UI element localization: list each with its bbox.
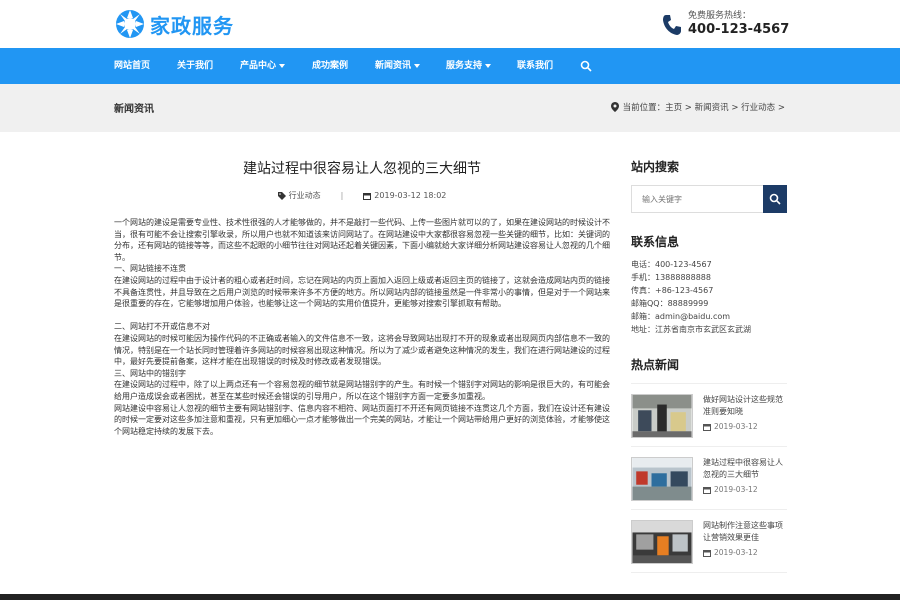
nav-label: 关于我们 [177,61,214,71]
nav-item-support[interactable]: 服务支持 [446,48,492,84]
chevron-down-icon [485,63,492,68]
sidebar: 站内搜索 联系信息 电话：400-123-4567 手机：13888888888… [631,158,787,573]
location-icon [610,102,619,112]
hot-news-date: 2019-03-12 [703,485,787,494]
hot-news-title: 做好网站设计这些规范准则要知晓 [703,395,783,416]
calendar-icon [703,486,711,494]
meta-divider: | [340,191,344,200]
search-icon[interactable] [580,60,592,72]
article-paragraph: 在建设网站的过程中由于设计者的粗心或者赶时间，忘记在网站的内页上面加入返回上级或… [114,275,610,309]
hot-news-title: 网站制作注意这些事项让营销效果更佳 [703,521,783,542]
hotline: 免费服务热线： 400-123-4567 [662,11,789,38]
contact-email: 邮箱：admin@baidu.com [631,312,731,321]
list-item[interactable]: 网站制作注意这些事项让营销效果更佳 2019-03-12 [631,510,787,573]
search-icon [769,193,781,205]
hot-news-title: 建站过程中很容易让人忽视的三大细节 [703,458,783,479]
logo[interactable]: 家政服务 [114,8,234,40]
article-subheading: 三、网站中的错别字 [114,368,186,378]
article-paragraph: 网站建设中容易让人忽视的细节主要有网站错别字、信息内容不相符、网站页面打不开还有… [114,403,610,436]
contact-info: 电话：400-123-4567 手机：13888888888 传真：+86-12… [631,258,787,336]
site-header: 家政服务 免费服务热线： 400-123-4567 [0,0,900,48]
contact-fax: 传真：+86-123-4567 [631,286,714,295]
site-search [631,185,787,213]
contact-mobile: 手机：13888888888 [631,273,711,282]
phone-icon [663,14,681,35]
list-item[interactable]: 建站过程中很容易让人忽视的三大细节 2019-03-12 [631,447,787,510]
page-title: 新闻资讯 [114,104,154,115]
news-thumbnail [631,520,693,564]
main-nav: 网站首页 关于我们 产品中心 成功案例 新闻资讯 服务支持 联系我们 [0,48,900,84]
date-label: 2019-03-12 [714,548,758,557]
nav-item-contact[interactable]: 联系我们 [517,48,553,84]
article-spacer [114,310,610,322]
footer-bar [0,594,900,600]
logo-icon [116,10,144,38]
contact-qq: 邮箱QQ：88889999 [631,299,709,308]
news-thumbnail [631,457,693,501]
article-paragraph: 在建设网站的时候可能因为操作代码的不正确或者输入的文件信息不一致，这将会导致网站… [114,333,610,367]
nav-item-cases[interactable]: 成功案例 [312,48,348,84]
nav-label: 服务支持 [446,61,483,71]
hotline-label: 免费服务热线： [688,11,752,21]
tag-icon [277,191,286,200]
article-paragraph: 一个网站的建设是需要专业性、技术性很强的人才能够做的，并不是敲打一些代码、上传一… [114,218,610,262]
article-category[interactable]: 行业动态 [277,190,321,201]
article-subheading: 二、网站打不开或信息不对 [114,322,210,332]
nav-item-products[interactable]: 产品中心 [240,48,286,84]
nav-item-news[interactable]: 新闻资讯 [375,48,421,84]
nav-label: 新闻资讯 [375,61,412,71]
contact-heading: 联系信息 [631,235,680,249]
date-label: 2019-03-12 [714,422,758,431]
page-banner: 新闻资讯 当前位置：主页 > 新闻资讯 > 行业动态 > [0,84,900,132]
logo-text: 家政服务 [150,13,234,38]
contact-phone: 电话：400-123-4567 [631,260,712,269]
calendar-icon [703,423,711,431]
contact-address: 地址：江苏省南京市玄武区玄武湖 [631,325,751,334]
category-label: 行业动态 [288,191,321,200]
search-button[interactable] [763,185,787,213]
chevron-down-icon [414,63,421,68]
nav-label: 成功案例 [312,61,349,71]
article-title: 建站过程中很容易让人忽视的三大细节 [243,161,481,177]
nav-label: 网站首页 [114,61,151,71]
nav-label: 联系我们 [517,61,554,71]
calendar-icon [703,549,711,557]
breadcrumb: 当前位置：主页 > 新闻资讯 > 行业动态 > [610,101,785,113]
article-subheading: 一、网站链接不连贯 [114,264,186,274]
date-label: 2019-03-12 [714,485,758,494]
hot-news-list: 做好网站设计这些规范准则要知晓 2019-03-12 建站过程中很容易让人忽视的… [631,383,787,573]
chevron-down-icon [279,63,286,68]
article-meta: 行业动态 | 2019-03-12 18:02 [114,190,610,201]
search-heading: 站内搜索 [631,160,680,174]
news-thumbnail [631,394,693,438]
search-input[interactable] [631,185,763,213]
hot-news-heading: 热点新闻 [631,358,680,372]
hotline-number: 400-123-4567 [688,22,790,37]
breadcrumb-text[interactable]: 当前位置：主页 > 新闻资讯 > 行业动态 > [623,101,785,113]
list-item[interactable]: 做好网站设计这些规范准则要知晓 2019-03-12 [631,384,787,447]
nav-item-about[interactable]: 关于我们 [177,48,213,84]
date-label: 2019-03-12 18:02 [374,191,447,200]
article-body: 一个网站的建设是需要专业性、技术性很强的人才能够做的，并不是敲打一些代码、上传一… [114,217,610,437]
hot-news-date: 2019-03-12 [703,548,787,557]
article: 建站过程中很容易让人忽视的三大细节 行业动态 | 2019-03-12 18:0… [114,158,610,437]
hot-news-date: 2019-03-12 [703,422,787,431]
calendar-icon [363,192,372,200]
nav-label: 产品中心 [240,61,277,71]
nav-item-home[interactable]: 网站首页 [114,48,150,84]
article-date: 2019-03-12 18:02 [363,191,446,200]
article-paragraph: 在建设网站的过程中，除了以上两点还有一个容易忽视的细节就是网站错别字的产生。有时… [114,380,610,401]
